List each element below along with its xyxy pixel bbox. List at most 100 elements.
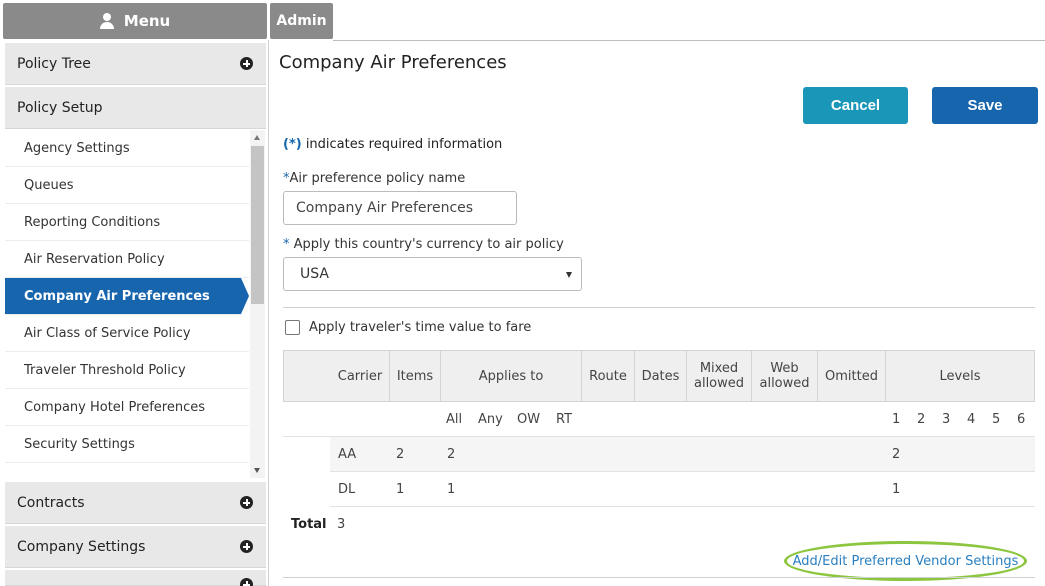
sidebar-item-label: Agency Settings — [24, 140, 130, 156]
subheader-level-2: 2 — [917, 412, 926, 427]
header-levels: Levels — [885, 351, 1034, 401]
admin-label: Admin — [276, 13, 327, 29]
cancel-button[interactable]: Cancel — [803, 87, 908, 124]
total-label: Total — [291, 517, 327, 532]
sidebar-section-label: Policy Tree — [17, 55, 91, 72]
cell-all: 1 — [447, 482, 456, 497]
header-items: Items — [389, 351, 440, 401]
sidebar-section-company-settings[interactable]: Company Settings — [5, 526, 266, 568]
cell-carrier: DL — [338, 482, 356, 497]
time-value-option[interactable]: Apply traveler's time value to fare — [285, 320, 531, 335]
required-star: (*) — [283, 137, 302, 152]
subheader-level-3: 3 — [942, 412, 951, 427]
policy-name-input[interactable]: Company Air Preferences — [283, 191, 517, 225]
menu-tab[interactable]: Menu — [3, 3, 267, 39]
sidebar-item-air-class-of-service-policy[interactable]: Air Class of Service Policy — [5, 315, 249, 352]
sidebar-item-label: Reporting Conditions — [24, 214, 161, 230]
expand-plus-icon[interactable] — [240, 578, 253, 586]
policy-name-label: *Air preference policy name — [283, 171, 466, 186]
sidebar-scrollbar[interactable] — [250, 130, 265, 478]
policy-name-label-text: Air preference policy name — [289, 171, 466, 186]
add-edit-vendor-settings-link[interactable]: Add/Edit Preferred Vendor Settings — [784, 541, 1027, 581]
sidebar-item-traveler-threshold-policy[interactable]: Traveler Threshold Policy — [5, 352, 249, 389]
sidebar-item-security-settings[interactable]: Security Settings — [5, 426, 249, 463]
scroll-up-arrow-icon[interactable] — [254, 135, 260, 140]
header-blank — [284, 351, 331, 401]
save-button[interactable]: Save — [932, 87, 1038, 124]
subheader-rt: RT — [556, 412, 573, 427]
sidebar-item-label: Traveler Threshold Policy — [24, 362, 186, 378]
policy-name-value: Company Air Preferences — [296, 200, 474, 216]
section-divider — [283, 307, 1035, 308]
header-web-allowed: Web allowed — [751, 351, 817, 401]
menu-label: Menu — [123, 12, 171, 30]
top-divider — [333, 40, 1045, 41]
currency-label-text: Apply this country's currency to air pol… — [289, 237, 564, 252]
scrollbar-thumb[interactable] — [251, 146, 264, 304]
page-title: Company Air Preferences — [279, 52, 507, 73]
expand-plus-icon[interactable] — [240, 57, 253, 70]
sidebar-item-label: Company Air Preferences — [24, 288, 210, 304]
table-header: Carrier Items Applies to Route Dates Mix… — [283, 350, 1035, 402]
bottom-divider — [283, 577, 1035, 578]
cell-items: 1 — [396, 482, 405, 497]
header-mixed-allowed: Mixed allowed — [686, 351, 751, 401]
sidebar-item-label: Air Class of Service Policy — [24, 325, 191, 341]
cell-all: 2 — [447, 447, 456, 462]
sidebar-item-label: Company Hotel Preferences — [24, 399, 206, 415]
table-row[interactable]: DL 1 1 1 — [330, 472, 1035, 507]
table-subheader: All Any OW RT 1 2 3 4 5 6 — [283, 402, 1035, 437]
table-row[interactable]: AA 2 2 2 — [330, 437, 1035, 472]
header-applies-to: Applies to — [440, 351, 581, 401]
sidebar-item-company-hotel-preferences[interactable]: Company Hotel Preferences — [5, 389, 249, 426]
sidebar-item-company-air-preferences[interactable]: Company Air Preferences — [5, 278, 249, 315]
sidebar-section-contracts[interactable]: Contracts — [5, 482, 266, 524]
time-value-checkbox[interactable] — [285, 320, 300, 335]
currency-select-value: USA — [300, 266, 329, 282]
sidebar-item-agency-settings[interactable]: Agency Settings — [5, 130, 249, 167]
sidebar-section-policy-tree[interactable]: Policy Tree — [5, 43, 266, 85]
expand-plus-icon[interactable] — [240, 496, 253, 509]
admin-tab[interactable]: Admin — [270, 3, 333, 39]
sidebar-section-label: Policy Setup — [17, 99, 103, 116]
sidebar-section-label: Contracts — [17, 494, 85, 511]
subheader-all: All — [446, 412, 463, 427]
sidebar-item-label: Queues — [24, 177, 74, 193]
header-route: Route — [581, 351, 634, 401]
sidebar-item-label: Security Settings — [24, 436, 135, 452]
dropdown-caret-icon — [566, 272, 572, 278]
time-value-label: Apply traveler's time value to fare — [309, 320, 532, 335]
currency-select[interactable]: USA — [283, 257, 582, 291]
sidebar-section-label: Company Settings — [17, 538, 146, 555]
subheader-any: Any — [478, 412, 503, 427]
cell-level-1: 2 — [892, 447, 901, 462]
sidebar-item-air-reservation-policy[interactable]: Air Reservation Policy — [5, 241, 249, 278]
sidebar-section-next[interactable] — [5, 570, 266, 586]
subheader-level-5: 5 — [992, 412, 1001, 427]
total-value: 3 — [337, 517, 346, 532]
vendor-link-label: Add/Edit Preferred Vendor Settings — [792, 553, 1019, 569]
cell-items: 2 — [396, 447, 405, 462]
scroll-down-arrow-icon[interactable] — [254, 468, 260, 473]
sidebar-divider — [268, 40, 269, 586]
cell-carrier: AA — [338, 447, 357, 462]
subheader-level-6: 6 — [1017, 412, 1026, 427]
sidebar-item-label: Air Reservation Policy — [24, 251, 165, 267]
sidebar-section-policy-setup[interactable]: Policy Setup — [5, 87, 266, 129]
expand-plus-icon[interactable] — [240, 540, 253, 553]
policy-setup-list: Agency Settings Queues Reporting Conditi… — [5, 130, 249, 466]
vendor-table: Carrier Items Applies to Route Dates Mix… — [283, 350, 1035, 507]
cell-level-1: 1 — [892, 482, 901, 497]
subheader-level-4: 4 — [967, 412, 976, 427]
sidebar-item-queues[interactable]: Queues — [5, 167, 249, 204]
subheader-level-1: 1 — [892, 412, 901, 427]
header-omitted: Omitted — [817, 351, 885, 401]
required-note-text: indicates required information — [301, 137, 503, 152]
required-note: (*) indicates required information — [283, 137, 502, 152]
header-carrier: Carrier — [337, 368, 383, 384]
sidebar-item-reporting-conditions[interactable]: Reporting Conditions — [5, 204, 249, 241]
currency-label: * Apply this country's currency to air p… — [283, 237, 564, 252]
user-icon — [99, 13, 114, 29]
header-dates: Dates — [634, 351, 686, 401]
subheader-ow: OW — [517, 412, 541, 427]
